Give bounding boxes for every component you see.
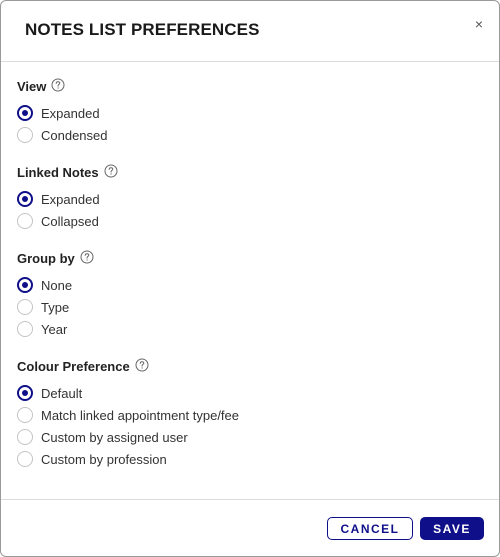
- radio-button[interactable]: [17, 321, 33, 337]
- help-circle-icon[interactable]: [135, 358, 149, 372]
- radio-option-group-type[interactable]: Type: [17, 296, 487, 318]
- radio-option-colour-default[interactable]: Default: [17, 382, 487, 404]
- radio-label: None: [41, 277, 73, 293]
- radio-button[interactable]: [17, 127, 33, 143]
- radio-button-checked[interactable]: [17, 105, 33, 121]
- close-icon[interactable]: ×: [471, 15, 487, 33]
- radio-label: Condensed: [41, 127, 108, 143]
- radio-label: Match linked appointment type/fee: [41, 407, 240, 423]
- section-heading: View: [17, 77, 487, 95]
- radio-button[interactable]: [17, 213, 33, 229]
- radio-option-linked-collapsed[interactable]: Collapsed: [17, 210, 487, 232]
- cancel-button[interactable]: CANCEL: [327, 517, 413, 540]
- radio-option-colour-assigned-user[interactable]: Custom by assigned user: [17, 426, 487, 448]
- section-view: View Expanded Condensed: [17, 77, 487, 146]
- radio-option-linked-expanded[interactable]: Expanded: [17, 188, 487, 210]
- radio-option-colour-match-linked[interactable]: Match linked appointment type/fee: [17, 404, 487, 426]
- notes-list-preferences-dialog: NOTES LIST PREFERENCES × View Expanded C…: [0, 0, 500, 557]
- section-heading: Colour Preference: [17, 357, 487, 375]
- radio-label: Year: [41, 321, 68, 337]
- radio-label: Custom by profession: [41, 451, 167, 467]
- help-circle-icon[interactable]: [80, 250, 94, 264]
- dialog-title: NOTES LIST PREFERENCES: [25, 20, 260, 39]
- radio-label: Type: [41, 299, 70, 315]
- dialog-body: View Expanded Condensed Linked Notes Exp…: [17, 77, 487, 487]
- radio-label: Expanded: [41, 105, 100, 121]
- radio-label: Expanded: [41, 191, 100, 207]
- radio-label: Default: [41, 385, 83, 401]
- help-circle-icon[interactable]: [104, 164, 118, 178]
- section-title-view: View: [17, 78, 47, 94]
- section-group-by: Group by None Type Year: [17, 249, 487, 340]
- radio-option-group-year[interactable]: Year: [17, 318, 487, 340]
- radio-label: Custom by assigned user: [41, 429, 188, 445]
- radio-option-view-condensed[interactable]: Condensed: [17, 124, 487, 146]
- radio-button[interactable]: [17, 429, 33, 445]
- section-linked-notes: Linked Notes Expanded Collapsed: [17, 163, 487, 232]
- radio-option-colour-profession[interactable]: Custom by profession: [17, 448, 487, 470]
- radio-button[interactable]: [17, 299, 33, 315]
- section-title-linked-notes: Linked Notes: [17, 164, 99, 180]
- radio-option-group-none[interactable]: None: [17, 274, 487, 296]
- radio-button[interactable]: [17, 407, 33, 423]
- dialog-header: NOTES LIST PREFERENCES ×: [1, 1, 499, 62]
- radio-button-checked[interactable]: [17, 191, 33, 207]
- section-colour-preference: Colour Preference Default Match linked a…: [17, 357, 487, 470]
- section-heading: Linked Notes: [17, 163, 487, 181]
- section-heading: Group by: [17, 249, 487, 267]
- help-circle-icon[interactable]: [51, 78, 65, 92]
- dialog-footer: CANCEL SAVE: [1, 499, 499, 556]
- radio-button-checked[interactable]: [17, 385, 33, 401]
- radio-option-view-expanded[interactable]: Expanded: [17, 102, 487, 124]
- radio-button[interactable]: [17, 451, 33, 467]
- save-button[interactable]: SAVE: [420, 517, 484, 540]
- radio-label: Collapsed: [41, 213, 99, 229]
- section-title-colour-preference: Colour Preference: [17, 358, 130, 374]
- section-title-group-by: Group by: [17, 250, 75, 266]
- radio-button-checked[interactable]: [17, 277, 33, 293]
